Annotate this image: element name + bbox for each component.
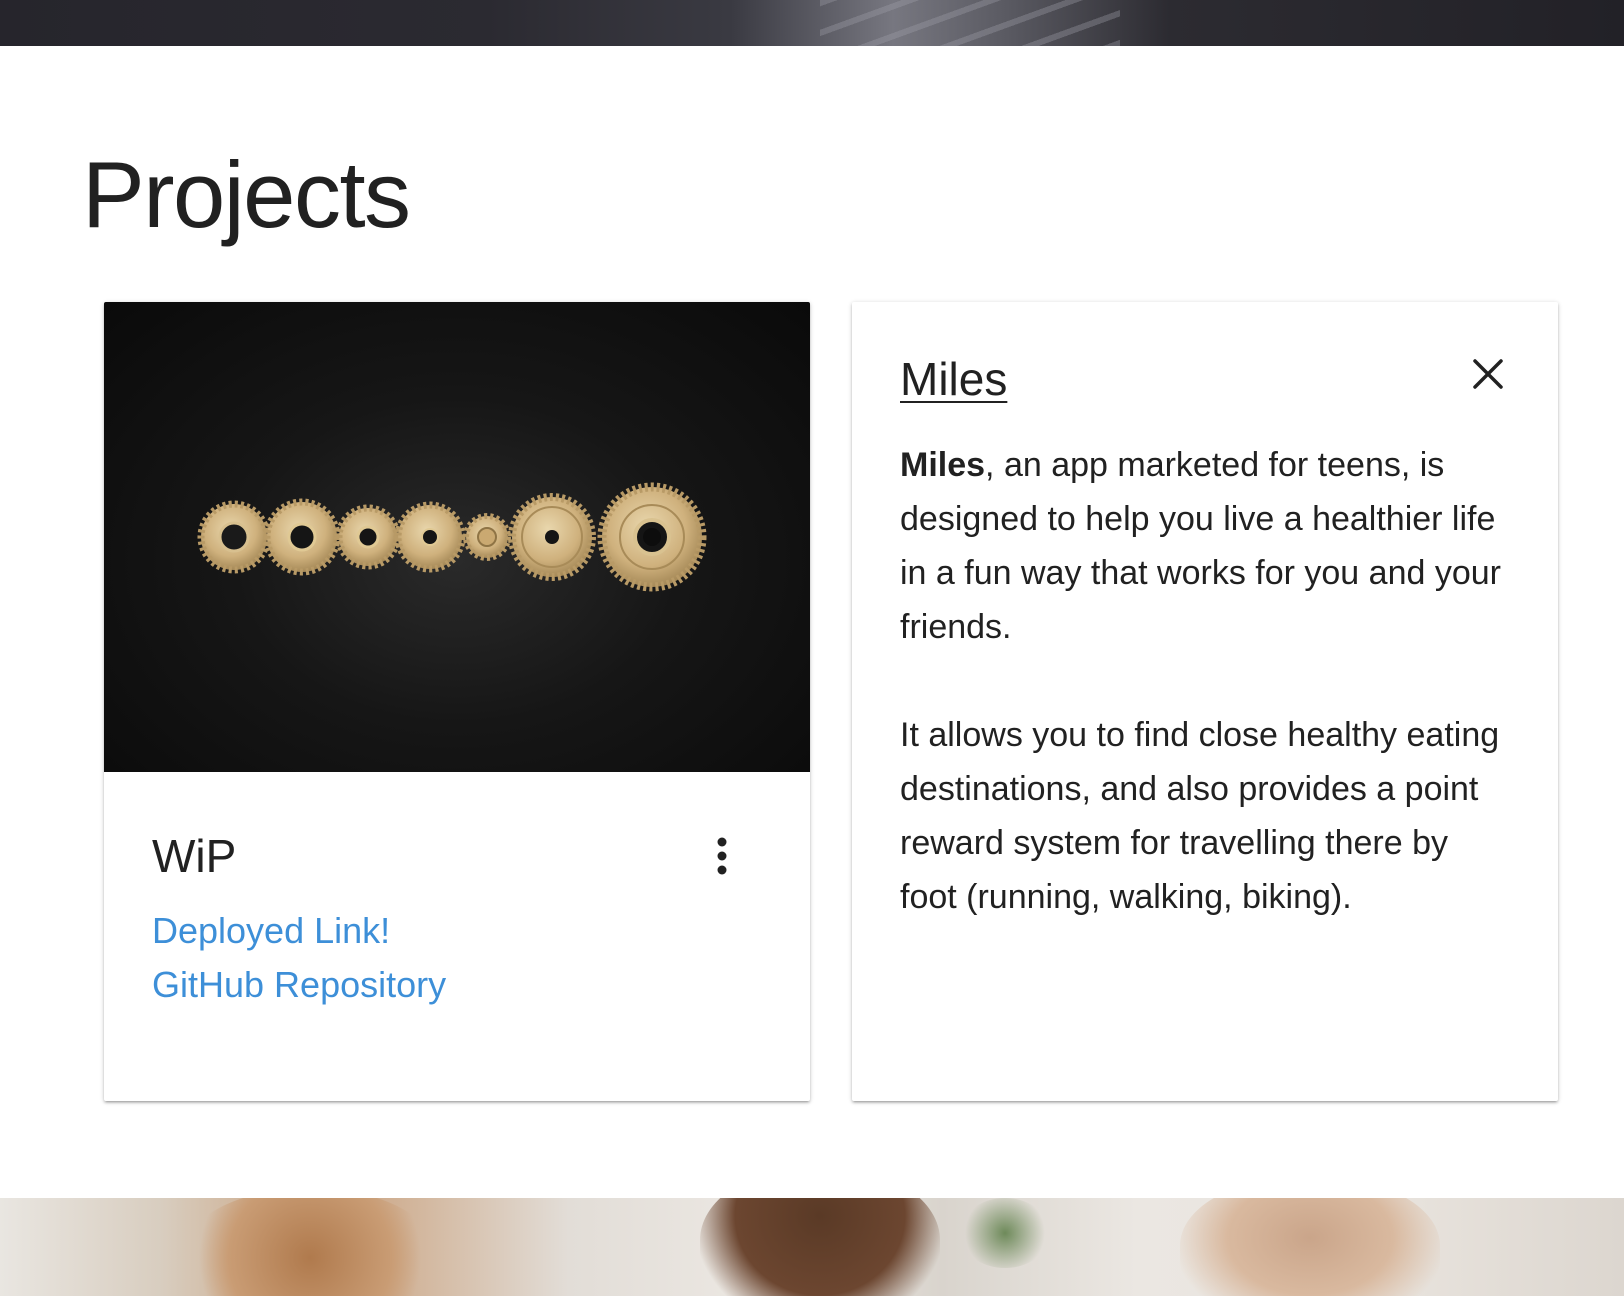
reveal-card-description: Miles, an app marketed for teens, is des…: [900, 438, 1512, 924]
project-card-image[interactable]: [104, 302, 810, 772]
more-vert-icon[interactable]: [702, 832, 742, 880]
close-icon[interactable]: [1470, 356, 1506, 392]
person-face-image-detail: [700, 1198, 940, 1296]
project-card-title[interactable]: WiP: [152, 828, 236, 884]
header-hero-image: [0, 0, 1624, 46]
app-name-bold: Miles: [900, 446, 986, 484]
deployed-link[interactable]: Deployed Link!: [152, 904, 390, 958]
footer-hero-image: [0, 1198, 1624, 1296]
keyboard-image-detail: [820, 0, 1120, 46]
github-repository-link[interactable]: GitHub Repository: [152, 958, 446, 1012]
description-paragraph-1-text: , an app marketed for teens, is designed…: [900, 446, 1501, 646]
person-hair-image-detail: [180, 1198, 440, 1296]
description-paragraph-2: It allows you to find close healthy eati…: [900, 716, 1500, 916]
plant-image-detail: [960, 1198, 1050, 1268]
projects-heading: Projects: [82, 142, 411, 247]
reveal-card-title[interactable]: Miles: [900, 350, 1007, 408]
gears-image: [197, 482, 707, 592]
description-paragraph-1: Miles, an app marketed for teens, is des…: [900, 438, 1512, 654]
project-card: WiP Deployed Link! GitHub Repository: [104, 302, 810, 1101]
project-reveal-card: Miles Miles, an app marketed for teens, …: [852, 302, 1558, 1101]
portfolio-page: Projects WiP Deployed Link! GitHub Repos…: [0, 0, 1624, 1296]
person-glasses-image-detail: [1180, 1198, 1440, 1296]
